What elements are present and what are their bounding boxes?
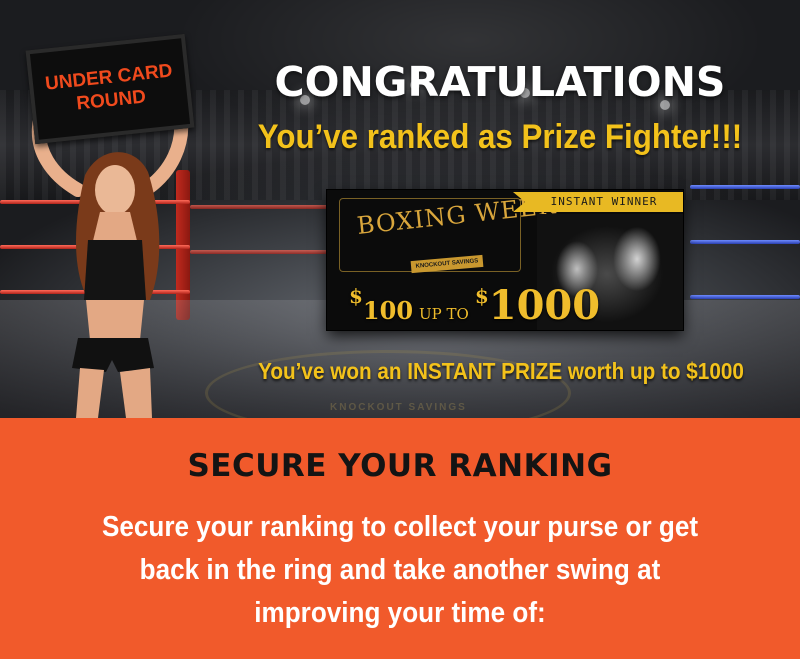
floor-logo-text: KNOCKOUT SAVINGS <box>330 402 467 413</box>
prize-up-to: UP TO <box>419 305 469 323</box>
currency-symbol: $ <box>349 284 363 308</box>
hero-arena: KNOCKOUT SAVINGS UNDER CARD ROUND CONGRA… <box>0 0 800 418</box>
body-line: Secure your ranking to collect your purs… <box>101 511 699 543</box>
prize-low: 100 <box>362 296 414 325</box>
ring-girl-image: UNDER CARD ROUND <box>0 0 220 418</box>
email-page: KNOCKOUT SAVINGS UNDER CARD ROUND CONGRA… <box>0 0 800 659</box>
instant-winner-ribbon: INSTANT WINNER <box>513 192 683 212</box>
congratulations-heading: CONGRATULATIONS <box>274 58 726 106</box>
secure-ranking-section: SECURE YOUR RANKING Secure your ranking … <box>0 418 800 659</box>
ring-rope <box>690 240 800 244</box>
body-line: improving your time of: <box>254 597 546 629</box>
sign-text: UNDER CARD ROUND <box>44 60 174 115</box>
ticket-prize: $100 UP TO $1000 <box>349 282 600 329</box>
body-line: back in the ring and take another swing … <box>139 554 661 586</box>
ring-rope <box>690 185 800 189</box>
rank-subheading: You’ve ranked as Prize Fighter!!! <box>257 118 743 156</box>
boxing-week-ticket[interactable]: BOXING WEEK KNOCKOUT SAVINGS INSTANT WIN… <box>327 190 683 330</box>
secure-ranking-body: Secure your ranking to collect your purs… <box>40 506 760 635</box>
prize-high: 1000 <box>488 282 601 329</box>
secure-ranking-heading: SECURE YOUR RANKING <box>187 448 613 484</box>
currency-symbol: $ <box>474 284 489 308</box>
ribbon-text: INSTANT WINNER <box>550 195 658 208</box>
instant-prize-text: You’ve won an INSTANT PRIZE worth up to … <box>258 358 744 384</box>
ring-rope <box>690 295 800 299</box>
under-card-sign: UNDER CARD ROUND <box>25 33 195 145</box>
